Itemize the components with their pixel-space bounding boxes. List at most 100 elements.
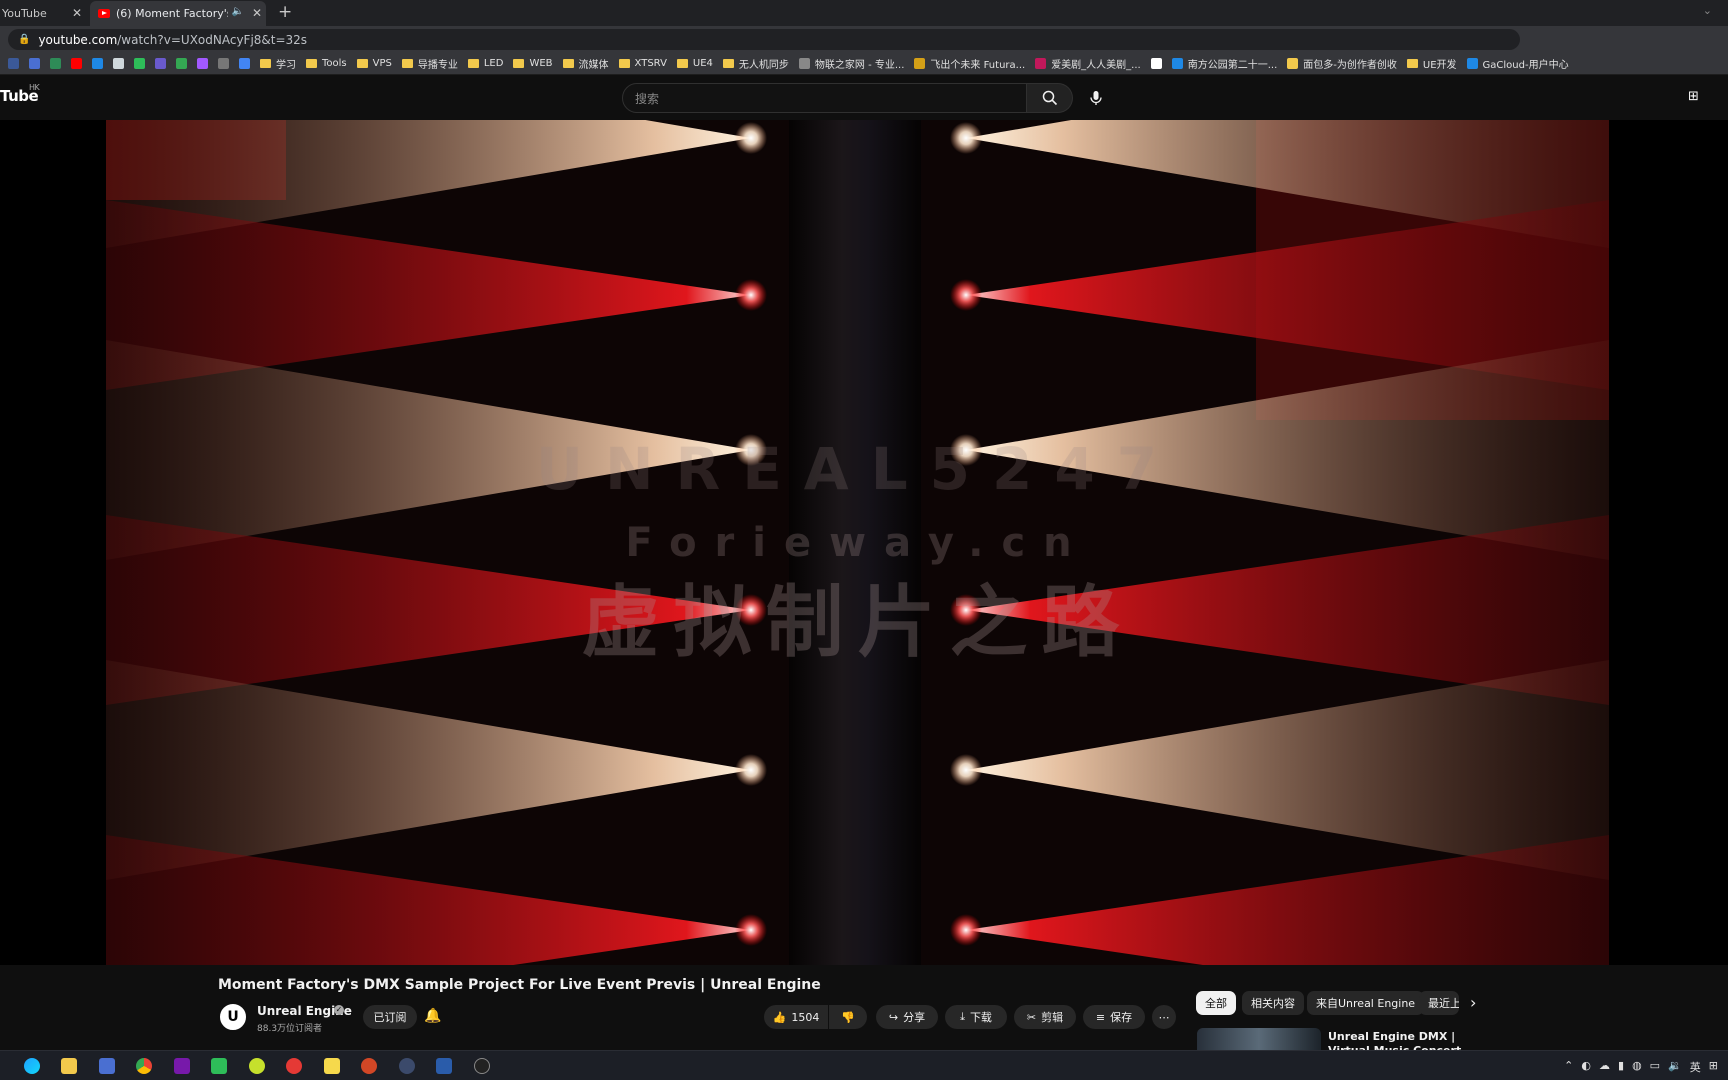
channel-avatar[interactable]: U xyxy=(218,1002,248,1032)
bookmark-item[interactable]: 爱美剧_人人美剧_... xyxy=(1035,56,1141,71)
chip-all[interactable]: 全部 xyxy=(1196,991,1236,1015)
tray-grid-icon[interactable]: ⊞ xyxy=(1709,1059,1718,1075)
bookmark-item[interactable] xyxy=(92,58,103,69)
sticky-notes-icon[interactable] xyxy=(324,1058,340,1074)
bookmark-item[interactable] xyxy=(1150,58,1162,69)
youtube-favicon-icon xyxy=(98,9,110,18)
tab-search-chevron-icon[interactable]: ⌄ xyxy=(1703,4,1712,17)
related-video-thumbnail[interactable] xyxy=(1197,1028,1321,1050)
notification-bell-icon[interactable]: 🔔 xyxy=(424,1008,441,1024)
omnibox[interactable]: 🔒 youtube.com/watch?v=UXodNAcyFj8&t=32s xyxy=(8,29,1520,50)
wechat-icon[interactable] xyxy=(211,1058,227,1074)
tray-expand-icon[interactable]: ⌃ xyxy=(1564,1059,1573,1075)
settings-gear-icon[interactable] xyxy=(436,1058,452,1074)
speaker-icon[interactable]: 🔈 xyxy=(232,6,244,17)
bookmark-item[interactable]: GaCloud-用户中心 xyxy=(1466,56,1569,71)
network-icon[interactable]: ▭ xyxy=(1650,1059,1660,1075)
calculator-icon[interactable] xyxy=(99,1058,115,1074)
wechat-tray-icon[interactable]: ◍ xyxy=(1632,1059,1642,1075)
search-button[interactable] xyxy=(1027,83,1073,113)
input-method-indicator[interactable]: 英 xyxy=(1690,1059,1701,1075)
app-blue-icon[interactable] xyxy=(399,1058,415,1074)
bookmark-item[interactable]: UE4 xyxy=(676,58,713,69)
bookmark-item[interactable]: 面包多-为创作者创收 xyxy=(1287,56,1397,71)
bookmark-item[interactable] xyxy=(197,58,208,69)
dislike-button[interactable]: 👎 xyxy=(829,1005,867,1029)
app-yellow-icon[interactable] xyxy=(249,1058,265,1074)
bookmark-item[interactable]: LED xyxy=(467,58,503,69)
tab-close-icon[interactable]: ✕ xyxy=(252,6,262,20)
bookmark-item[interactable] xyxy=(8,58,19,69)
bookmark-item[interactable]: 无人机同步 xyxy=(722,56,789,71)
chip-recent[interactable]: 最近上 xyxy=(1419,991,1459,1015)
save-label: 保存 xyxy=(1110,1011,1133,1024)
like-count: 1504 xyxy=(791,1010,820,1024)
tab-close-icon[interactable]: ✕ xyxy=(72,6,82,20)
chrome-icon[interactable] xyxy=(136,1058,152,1074)
bookmark-favicon-icon xyxy=(113,58,124,69)
bookmark-label: 面包多-为创作者创收 xyxy=(1303,60,1397,71)
bookmark-item[interactable] xyxy=(71,58,82,69)
edge-icon[interactable] xyxy=(24,1058,40,1074)
lock-icon[interactable]: 🔒 xyxy=(18,34,30,45)
bookmark-item[interactable]: Tools xyxy=(306,58,347,69)
bookmark-item[interactable]: 流媒体 xyxy=(562,56,609,71)
bookmark-favicon-icon xyxy=(1035,58,1047,69)
bookmark-favicon-icon xyxy=(134,58,145,69)
bookmark-item[interactable] xyxy=(239,58,250,69)
tray-device-icon[interactable]: ▮ xyxy=(1618,1059,1624,1075)
new-tab-button[interactable]: + xyxy=(278,2,292,22)
create-video-icon[interactable]: ⊞ xyxy=(1688,89,1699,104)
folder-icon xyxy=(513,59,525,68)
bookmark-item[interactable]: 南方公园第二十一... xyxy=(1171,56,1277,71)
bookmark-item[interactable] xyxy=(50,58,61,69)
like-button[interactable]: 👍 1504 xyxy=(764,1005,828,1029)
bookmark-favicon-icon xyxy=(8,58,19,69)
chip-next-chevron-icon[interactable]: › xyxy=(1470,993,1476,1012)
voice-search-button[interactable] xyxy=(1081,83,1111,113)
bookmark-item[interactable] xyxy=(155,58,166,69)
video-frame[interactable]: UNREAL5247 Forieway.cn 虚拟制片之路 xyxy=(106,120,1609,965)
bookmark-item[interactable]: 学习 xyxy=(260,56,296,71)
share-arrow-icon: ↪ xyxy=(888,1010,899,1024)
save-button[interactable]: ≡ 保存 xyxy=(1083,1005,1145,1029)
browser-tab-bar: YouTube ✕ (6) Moment Factory's DMX 🔈 ✕ +… xyxy=(0,0,1728,26)
bookmark-item[interactable]: VPS xyxy=(356,58,392,69)
tab-video[interactable]: (6) Moment Factory's DMX 🔈 ✕ xyxy=(90,1,266,26)
chip-related[interactable]: 相关内容 xyxy=(1242,991,1304,1015)
clip-button[interactable]: ✂ 剪辑 xyxy=(1014,1005,1076,1029)
davinci-resolve-icon[interactable] xyxy=(474,1058,490,1074)
bookmark-label: UE4 xyxy=(692,58,713,69)
bookmark-item[interactable] xyxy=(218,58,229,69)
bookmark-item[interactable] xyxy=(113,58,124,69)
chip-from-channel[interactable]: 来自Unreal Engine xyxy=(1307,991,1425,1015)
more-actions-button[interactable]: ⋯ xyxy=(1152,1005,1176,1029)
share-button[interactable]: ↪ 分享 xyxy=(876,1005,938,1029)
bookmark-item[interactable]: 物联之家网 - 专业... xyxy=(798,56,904,71)
bookmark-item[interactable]: 飞出个未来 Futura... xyxy=(914,56,1025,71)
bookmark-item[interactable]: UE开发 xyxy=(1406,56,1457,71)
search-input[interactable]: 搜索 xyxy=(622,83,1027,113)
powerpoint-icon[interactable] xyxy=(361,1058,377,1074)
file-explorer-icon[interactable] xyxy=(61,1058,77,1074)
bookmark-item[interactable] xyxy=(176,58,187,69)
bookmark-item[interactable] xyxy=(134,58,145,69)
subscriber-count: 88.3万位订阅者 xyxy=(257,1024,323,1034)
bookmark-item[interactable]: XTSRV xyxy=(618,58,667,69)
download-button[interactable]: ⤓ 下载 xyxy=(945,1005,1007,1029)
tab-youtube[interactable]: YouTube ✕ xyxy=(0,1,86,26)
bookmark-favicon-icon xyxy=(29,58,40,69)
bookmark-item[interactable]: 导播专业 xyxy=(401,56,458,71)
url-text[interactable]: youtube.com/watch?v=UXodNAcyFj8&t=32s xyxy=(38,33,307,47)
tray-app-icon[interactable]: ◐ xyxy=(1581,1059,1591,1075)
bookmark-item[interactable] xyxy=(29,58,40,69)
netease-music-icon[interactable] xyxy=(286,1058,302,1074)
cloud-icon[interactable]: ☁ xyxy=(1599,1059,1610,1075)
youtube-logo[interactable]: Tube HK xyxy=(0,83,40,105)
bookmark-item[interactable]: WEB xyxy=(513,58,553,69)
video-player[interactable]: UNREAL5247 Forieway.cn 虚拟制片之路 xyxy=(0,120,1728,965)
tab-title: (6) Moment Factory's DMX xyxy=(116,7,228,20)
volume-icon[interactable]: 🔉 xyxy=(1668,1059,1682,1075)
subscribed-button[interactable]: 已订阅 xyxy=(363,1005,417,1029)
onenote-icon[interactable] xyxy=(174,1058,190,1074)
